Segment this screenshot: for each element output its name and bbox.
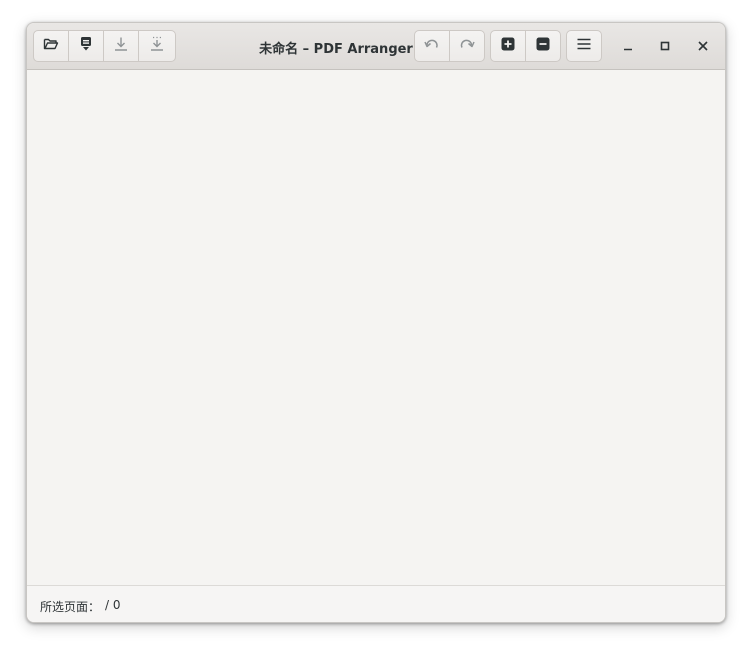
minimize-button[interactable] xyxy=(617,35,639,57)
save-button[interactable] xyxy=(104,31,139,61)
zoom-in-icon xyxy=(500,36,516,56)
history-button-group xyxy=(414,30,485,62)
undo-button[interactable] xyxy=(415,31,450,61)
close-icon xyxy=(697,37,709,56)
headerbar: 未命名 – PDF Arranger xyxy=(27,23,725,70)
selected-pages-value: / 0 xyxy=(105,598,121,612)
download-icon xyxy=(113,36,129,56)
maximize-button[interactable] xyxy=(654,35,676,57)
page-thumbnail-area[interactable] xyxy=(27,70,725,585)
zoom-button-group xyxy=(490,30,561,62)
app-window: 未命名 – PDF Arranger 所选页面： / 0 xyxy=(26,22,726,623)
folder-open-icon xyxy=(43,36,59,56)
import-button[interactable] xyxy=(69,31,104,61)
maximize-icon xyxy=(659,37,671,56)
menu-button-group xyxy=(566,30,602,62)
main-menu-button[interactable] xyxy=(567,31,601,61)
redo-button[interactable] xyxy=(450,31,485,61)
window-title-text: 未命名 – PDF Arranger xyxy=(259,42,413,57)
statusbar: 所选页面： / 0 xyxy=(27,585,725,622)
file-button-group xyxy=(33,30,176,62)
zoom-in-button[interactable] xyxy=(491,31,526,61)
save-as-button[interactable] xyxy=(139,31,174,61)
zoom-out-button[interactable] xyxy=(526,31,561,61)
minimize-icon xyxy=(622,37,634,56)
selected-pages-label: 所选页面： xyxy=(40,600,101,614)
close-button[interactable] xyxy=(692,35,714,57)
redo-icon xyxy=(459,36,475,56)
import-page-icon xyxy=(78,36,94,56)
open-button[interactable] xyxy=(34,31,69,61)
undo-icon xyxy=(424,36,440,56)
download-dotted-icon xyxy=(149,36,165,56)
zoom-out-icon xyxy=(535,36,551,56)
hamburger-menu-icon xyxy=(576,36,592,56)
